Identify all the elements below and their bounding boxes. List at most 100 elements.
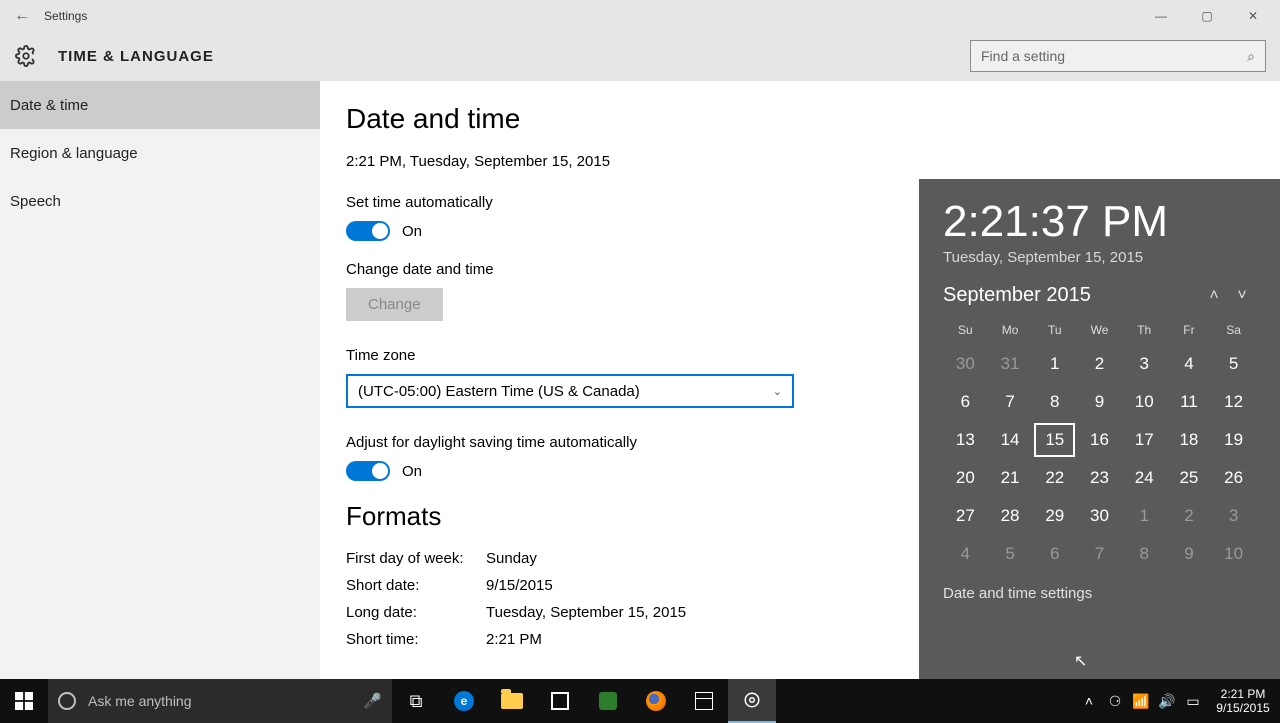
- tray-time: 2:21 PM: [1210, 687, 1276, 701]
- calendar-day[interactable]: 12: [1211, 383, 1256, 421]
- calendar-day[interactable]: 20: [943, 459, 988, 497]
- calendar-day[interactable]: 16: [1077, 421, 1122, 459]
- section-heading: Date and time: [346, 103, 1254, 135]
- window-title: Settings: [44, 9, 87, 23]
- format-key: Long date:: [346, 604, 486, 621]
- start-button[interactable]: [0, 679, 48, 723]
- calendar-day[interactable]: 4: [1167, 345, 1212, 383]
- format-key: Short time:: [346, 631, 486, 648]
- calendar-dow: Su: [943, 319, 988, 345]
- header: TIME & LANGUAGE Find a setting ⌕: [0, 32, 1280, 81]
- calendar-day[interactable]: 4: [943, 535, 988, 573]
- tray-volume-icon[interactable]: 🔊: [1154, 693, 1180, 710]
- calendar-day[interactable]: 28: [988, 497, 1033, 535]
- dst-state: On: [402, 463, 422, 480]
- tray-date: 9/15/2015: [1210, 701, 1276, 715]
- tray-network-icon[interactable]: 📶: [1128, 693, 1154, 710]
- sidebar: Date & timeRegion & languageSpeech: [0, 81, 320, 679]
- calendar-day[interactable]: 7: [1077, 535, 1122, 573]
- dst-toggle[interactable]: [346, 461, 390, 481]
- sidebar-item-date-time[interactable]: Date & time: [0, 81, 320, 129]
- tray-action-center-icon[interactable]: ▭: [1180, 693, 1206, 710]
- next-month-button[interactable]: ˅: [1228, 287, 1256, 305]
- search-placeholder: Find a setting: [981, 48, 1065, 64]
- calendar-dow: We: [1077, 319, 1122, 345]
- calendar-day[interactable]: 26: [1211, 459, 1256, 497]
- taskbar-firefox[interactable]: [632, 679, 680, 723]
- taskbar-edge[interactable]: e: [440, 679, 488, 723]
- calendar-day[interactable]: 30: [943, 345, 988, 383]
- taskbar-store[interactable]: [536, 679, 584, 723]
- calendar-day[interactable]: 22: [1032, 459, 1077, 497]
- calendar-day[interactable]: 3: [1211, 497, 1256, 535]
- close-button[interactable]: ✕: [1230, 0, 1276, 32]
- calendar-day[interactable]: 24: [1122, 459, 1167, 497]
- calendar-day[interactable]: 1: [1122, 497, 1167, 535]
- tray-wifi-icon[interactable]: ⚆: [1102, 693, 1128, 710]
- calendar-day[interactable]: 9: [1077, 383, 1122, 421]
- search-input[interactable]: Find a setting ⌕: [970, 40, 1266, 72]
- format-value: Tuesday, September 15, 2015: [486, 604, 686, 621]
- calendar-day[interactable]: 15: [1032, 421, 1077, 459]
- gear-icon: [12, 42, 40, 70]
- calendar-day[interactable]: 2: [1077, 345, 1122, 383]
- calendar-day[interactable]: 30: [1077, 497, 1122, 535]
- calendar-day[interactable]: 9: [1167, 535, 1212, 573]
- calendar-day[interactable]: 27: [943, 497, 988, 535]
- calendar-day[interactable]: 21: [988, 459, 1033, 497]
- change-button[interactable]: Change: [346, 288, 443, 321]
- taskbar-calculator[interactable]: [680, 679, 728, 723]
- calendar-day[interactable]: 29: [1032, 497, 1077, 535]
- calendar-dow: Tu: [1032, 319, 1077, 345]
- auto-time-toggle[interactable]: [346, 221, 390, 241]
- calendar-day[interactable]: 25: [1167, 459, 1212, 497]
- calendar-day[interactable]: 31: [988, 345, 1033, 383]
- minimize-button[interactable]: —: [1138, 0, 1184, 32]
- timezone-value: (UTC-05:00) Eastern Time (US & Canada): [358, 383, 640, 400]
- calendar-day[interactable]: 23: [1077, 459, 1122, 497]
- taskbar-file-explorer[interactable]: [488, 679, 536, 723]
- calendar-day[interactable]: 19: [1211, 421, 1256, 459]
- auto-time-state: On: [402, 223, 422, 240]
- date-time-settings-link[interactable]: Date and time settings: [943, 585, 1256, 602]
- calendar-day[interactable]: 5: [988, 535, 1033, 573]
- mic-icon: 🎤: [363, 692, 382, 710]
- flyout-month[interactable]: September 2015: [943, 284, 1091, 307]
- timezone-dropdown[interactable]: (UTC-05:00) Eastern Time (US & Canada) ⌄: [346, 374, 794, 408]
- calendar-day[interactable]: 14: [988, 421, 1033, 459]
- calendar-day[interactable]: 7: [988, 383, 1033, 421]
- calendar-day[interactable]: 1: [1032, 345, 1077, 383]
- calendar-day[interactable]: 3: [1122, 345, 1167, 383]
- calendar-day[interactable]: 18: [1167, 421, 1212, 459]
- format-key: First day of week:: [346, 550, 486, 567]
- system-tray: ˄ ⚆ 📶 🔊 ▭ 2:21 PM 9/15/2015: [1076, 679, 1280, 723]
- calendar-day[interactable]: 11: [1167, 383, 1212, 421]
- calendar-day[interactable]: 6: [1032, 535, 1077, 573]
- calendar-day[interactable]: 17: [1122, 421, 1167, 459]
- search-icon: ⌕: [1247, 48, 1255, 65]
- taskbar-app-green[interactable]: [584, 679, 632, 723]
- prev-month-button[interactable]: ˄: [1200, 287, 1228, 305]
- task-view-button[interactable]: ⧉: [392, 679, 440, 723]
- format-key: Short date:: [346, 577, 486, 594]
- calendar-day[interactable]: 10: [1211, 535, 1256, 573]
- sidebar-item-speech[interactable]: Speech: [0, 177, 320, 225]
- calendar-day[interactable]: 6: [943, 383, 988, 421]
- calendar-day[interactable]: 2: [1167, 497, 1212, 535]
- calendar-day[interactable]: 10: [1122, 383, 1167, 421]
- cortana-placeholder: Ask me anything: [88, 693, 192, 709]
- back-button[interactable]: ←: [4, 7, 40, 25]
- tray-clock[interactable]: 2:21 PM 9/15/2015: [1206, 687, 1280, 715]
- taskbar-settings[interactable]: [728, 679, 776, 723]
- cortana-search[interactable]: Ask me anything 🎤: [48, 679, 392, 723]
- maximize-button[interactable]: ▢: [1184, 0, 1230, 32]
- calendar-day[interactable]: 8: [1032, 383, 1077, 421]
- sidebar-item-region-language[interactable]: Region & language: [0, 129, 320, 177]
- tray-overflow-icon[interactable]: ˄: [1076, 693, 1102, 709]
- calendar: SuMoTuWeThFrSa 3031123456789101112131415…: [943, 319, 1256, 573]
- calendar-day[interactable]: 13: [943, 421, 988, 459]
- calendar-day[interactable]: 5: [1211, 345, 1256, 383]
- current-datetime: 2:21 PM, Tuesday, September 15, 2015: [346, 153, 1254, 170]
- calendar-day[interactable]: 8: [1122, 535, 1167, 573]
- format-value: 2:21 PM: [486, 631, 542, 648]
